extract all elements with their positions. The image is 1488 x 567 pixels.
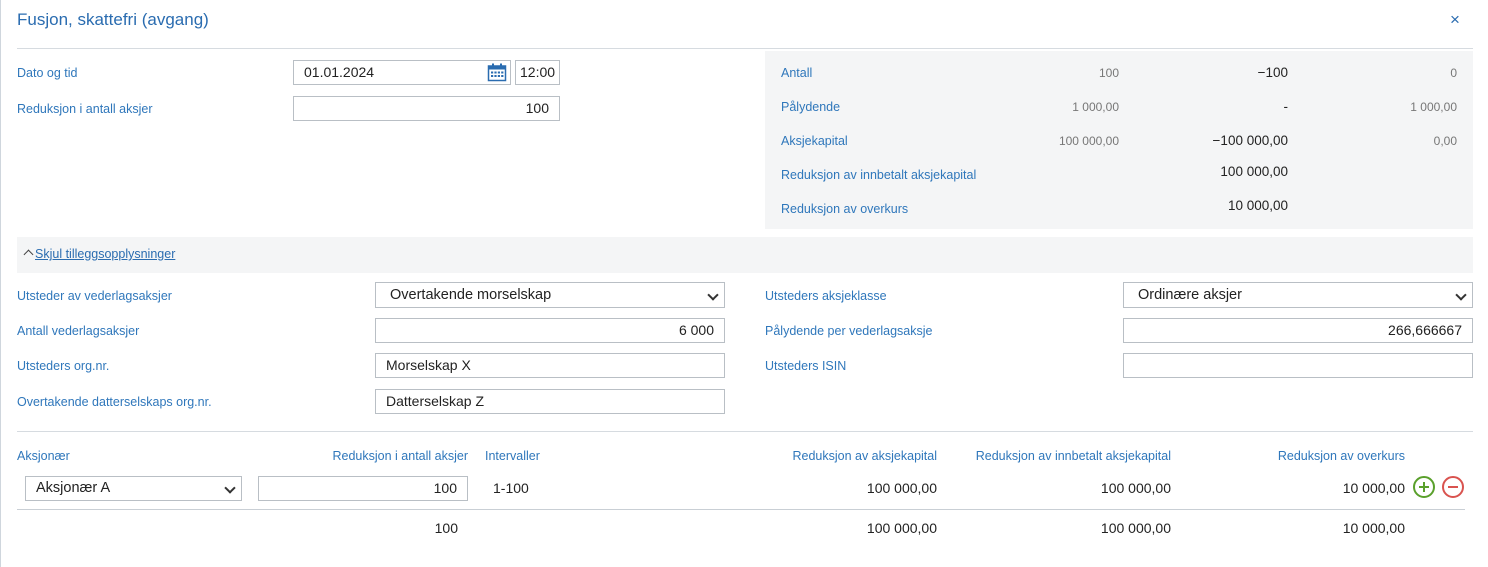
toggle-bar [17,237,1473,273]
summary-label: Antall [781,66,813,80]
date-input[interactable]: 01.01.2024 [293,60,511,85]
calendar-icon[interactable] [487,63,507,82]
count-value: 6 000 [678,322,714,338]
orgnr-label: Utsteders org.nr. [17,359,110,373]
issuer-label: Utsteder av vederlagsaksjer [17,289,172,303]
totals-divider [17,509,1465,510]
close-icon[interactable]: × [1450,10,1460,30]
time-value: 12:00 [520,64,556,80]
orgnr-input[interactable]: Morselskap X [375,353,725,378]
nominal-value: 266,666667 [1388,322,1462,338]
issuer-select[interactable]: Overtakende morselskap [375,282,725,308]
row-reduction-input[interactable]: 100 [258,476,468,501]
share-class-value: Ordinære aksjer [1138,287,1242,303]
summary-change: - [1283,99,1289,114]
nominal-input[interactable]: 266,666667 [1123,318,1473,343]
chevron-down-icon [224,482,236,494]
header-capital: Reduksjon av aksjekapital [792,449,937,463]
shareholder-value: Aksjonær A [36,480,111,496]
isin-label: Utsteders ISIN [765,359,847,373]
summary-before: 100 000,00 [1058,134,1119,148]
header-reduction: Reduksjon i antall aksjer [332,449,469,463]
summary-label: Reduksjon av overkurs [781,202,909,216]
summary-label: Aksjekapital [781,134,848,148]
total-paid-in: 100 000,00 [1100,520,1171,536]
toggle-details-link[interactable]: Skjul tilleggsopplysninger [35,247,175,261]
summary-label: Pålydende [781,100,841,114]
summary-after: 0,00 [1433,134,1457,148]
chevron-down-icon [707,289,719,301]
date-value: 01.01.2024 [304,64,375,80]
summary-change: −100 [1257,65,1288,80]
summary-after: 0 [1450,66,1457,80]
count-label: Antall vederlagsaksjer [17,324,140,338]
daughter-orgnr-label: Overtakende datterselskaps org.nr. [17,395,212,409]
row-reduction-value: 100 [433,480,457,496]
reduction-label: Reduksjon i antall aksjer [17,102,153,116]
summary-label: Reduksjon av innbetalt aksjekapital [781,168,977,182]
time-input[interactable]: 12:00 [515,60,560,85]
issuer-value: Overtakende morselskap [390,287,552,303]
share-class-label: Utsteders aksjeklasse [765,289,887,303]
summary-after: 1 000,00 [1410,100,1457,114]
dialog-border [0,0,1,567]
total-premium: 10 000,00 [1342,520,1405,536]
summary-before: 100 [1098,66,1119,80]
row-paid-in: 100 000,00 [1100,480,1171,496]
header-divider [17,48,1473,49]
row-capital: 100 000,00 [866,480,937,496]
header-intervals: Intervaller [485,449,540,463]
count-input[interactable]: 6 000 [375,318,725,343]
header-shareholder: Aksjonær [17,449,70,463]
summary-before: 1 000,00 [1072,100,1119,114]
summary-change: 10 000,00 [1227,198,1288,213]
reduction-value: 100 [525,100,549,116]
summary-change: 100 000,00 [1220,164,1288,179]
header-premium: Reduksjon av overkurs [1277,449,1405,463]
remove-row-icon[interactable] [1442,476,1464,498]
total-capital: 100 000,00 [866,520,937,536]
orgnr-value: Morselskap X [386,357,471,373]
share-class-select[interactable]: Ordinære aksjer [1123,282,1473,308]
date-label: Dato og tid [17,66,78,80]
header-paid-in: Reduksjon av innbetalt aksjekapital [975,449,1171,463]
nominal-label: Pålydende per vederlagsaksje [765,324,933,338]
daughter-orgnr-value: Datterselskap Z [386,393,485,409]
reduction-input[interactable]: 100 [293,96,560,121]
add-row-icon[interactable] [1413,476,1435,498]
summary-change: −100 000,00 [1212,133,1288,148]
daughter-orgnr-input[interactable]: Datterselskap Z [375,389,725,414]
section-divider [17,431,1473,432]
isin-input[interactable] [1123,353,1473,378]
row-premium: 10 000,00 [1342,480,1405,496]
chevron-down-icon [1455,289,1467,301]
total-reduction: 100 [434,520,458,536]
shareholder-select[interactable]: Aksjonær A [25,476,242,501]
dialog-title: Fusjon, skattefri (avgang) [17,10,209,29]
row-intervals: 1-100 [493,480,529,496]
